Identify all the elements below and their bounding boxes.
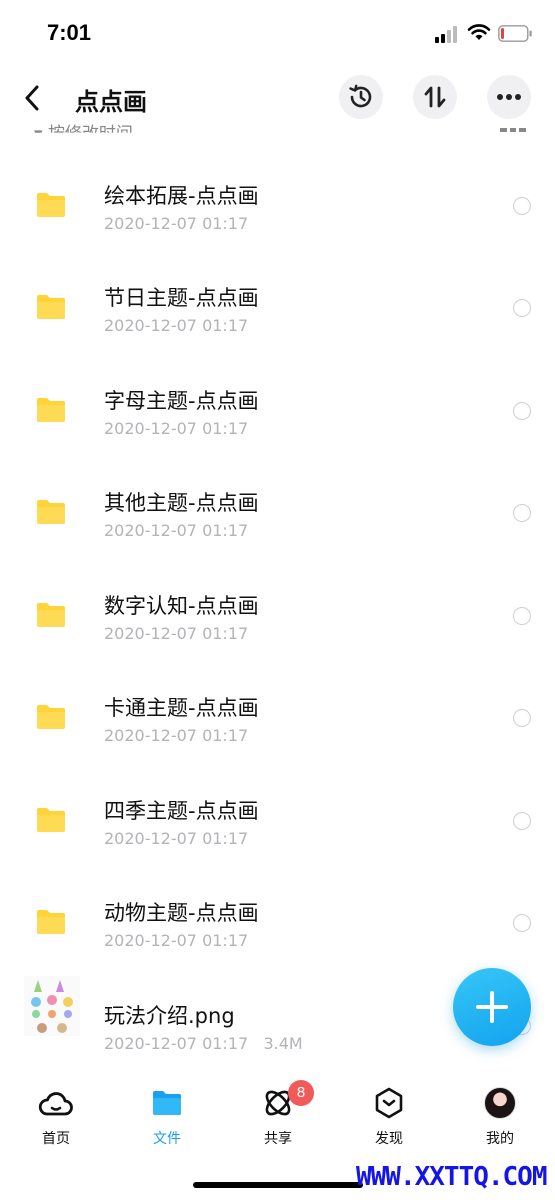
tab-label: 共享 bbox=[264, 1131, 292, 1147]
file-name: 绘本拓展-点点画 bbox=[104, 184, 259, 208]
history-button[interactable] bbox=[339, 75, 383, 119]
list-item[interactable]: 动物主题-点点画 2020-12-07 01:17 bbox=[0, 857, 555, 959]
tab-files[interactable]: 文件 bbox=[122, 1086, 212, 1156]
signal-icon bbox=[435, 26, 461, 43]
chevron-left-icon bbox=[25, 85, 39, 111]
file-name: 数字认知-点点画 bbox=[104, 594, 259, 618]
tab-label: 我的 bbox=[486, 1131, 514, 1147]
folder-icon bbox=[37, 705, 65, 729]
page-title: 点点画 bbox=[75, 88, 147, 116]
select-checkbox[interactable] bbox=[513, 709, 531, 727]
file-name: 四季主题-点点画 bbox=[104, 799, 259, 823]
view-mode-icon[interactable] bbox=[500, 128, 527, 134]
file-size: 3.4M bbox=[263, 1034, 303, 1053]
folder-icon bbox=[37, 910, 65, 934]
sort-dropdown[interactable]: ▾ 按修改时间 bbox=[34, 119, 133, 133]
select-checkbox[interactable] bbox=[513, 914, 531, 932]
status-time: 7:01 bbox=[47, 20, 92, 45]
select-checkbox[interactable] bbox=[513, 197, 531, 215]
file-name: 卡通主题-点点画 bbox=[104, 696, 259, 720]
select-checkbox[interactable] bbox=[513, 299, 531, 317]
file-date: 2020-12-07 01:17 bbox=[104, 624, 249, 643]
file-name: 玩法介绍.png bbox=[104, 1004, 235, 1028]
select-checkbox[interactable] bbox=[513, 812, 531, 830]
folder-icon bbox=[37, 398, 65, 422]
file-name: 其他主题-点点画 bbox=[104, 491, 259, 515]
list-item[interactable]: 卡通主题-点点画 2020-12-07 01:17 bbox=[0, 652, 555, 754]
notification-badge: 8 bbox=[288, 1080, 314, 1106]
file-date: 2020-12-07 01:17 bbox=[104, 316, 249, 335]
file-date: 2020-12-07 01:17 bbox=[104, 931, 249, 950]
cloud-icon bbox=[38, 1092, 73, 1116]
tab-home[interactable]: 首页 bbox=[11, 1086, 101, 1156]
transfer-updown-icon bbox=[424, 86, 446, 108]
more-dots-icon bbox=[497, 94, 521, 100]
list-item[interactable]: 节日主题-点点画 2020-12-07 01:17 bbox=[0, 242, 555, 344]
transfer-button[interactable] bbox=[413, 75, 457, 119]
more-button[interactable] bbox=[487, 75, 531, 119]
battery-icon bbox=[498, 25, 532, 42]
tab-label: 文件 bbox=[153, 1131, 181, 1147]
folder-icon bbox=[37, 603, 65, 627]
file-date: 2020-12-07 01:17 bbox=[104, 419, 249, 438]
image-thumbnail bbox=[24, 976, 80, 1036]
discover-box-icon bbox=[375, 1087, 403, 1119]
file-date: 2020-12-07 01:17 3.4M bbox=[104, 1034, 303, 1053]
list-item[interactable]: 绘本拓展-点点画 2020-12-07 01:17 bbox=[0, 140, 555, 242]
file-date: 2020-12-07 01:17 bbox=[104, 521, 249, 540]
file-name: 动物主题-点点画 bbox=[104, 901, 259, 925]
list-item[interactable]: 其他主题-点点画 2020-12-07 01:17 bbox=[0, 447, 555, 549]
tab-discover[interactable]: 发现 bbox=[344, 1086, 434, 1156]
select-checkbox[interactable] bbox=[513, 607, 531, 625]
folder-icon bbox=[37, 808, 65, 832]
list-item[interactable]: 四季主题-点点画 2020-12-07 01:17 bbox=[0, 755, 555, 857]
list-item[interactable]: 数字认知-点点画 2020-12-07 01:17 bbox=[0, 550, 555, 652]
avatar bbox=[484, 1087, 516, 1119]
tab-me[interactable]: 我的 bbox=[455, 1086, 545, 1156]
folder-icon bbox=[153, 1091, 181, 1115]
file-date: 2020-12-07 01:17 bbox=[104, 726, 249, 745]
file-name: 字母主题-点点画 bbox=[104, 389, 259, 413]
tab-label: 首页 bbox=[42, 1131, 70, 1147]
wifi-icon bbox=[467, 24, 491, 40]
select-checkbox[interactable] bbox=[513, 504, 531, 522]
status-bar: 7:01 bbox=[0, 0, 555, 66]
file-date: 2020-12-07 01:17 bbox=[104, 214, 249, 233]
plus-icon bbox=[476, 991, 508, 1023]
folder-icon bbox=[37, 500, 65, 524]
folder-icon bbox=[37, 193, 65, 217]
add-button[interactable] bbox=[453, 968, 531, 1046]
list-item[interactable]: 字母主题-点点画 2020-12-07 01:17 bbox=[0, 345, 555, 447]
tab-label: 发现 bbox=[375, 1131, 403, 1147]
file-name: 节日主题-点点画 bbox=[104, 286, 259, 310]
home-indicator bbox=[193, 1182, 363, 1188]
sort-bar: ▾ 按修改时间 bbox=[0, 118, 555, 140]
watermark: WWW.XXTTQ.COM bbox=[356, 1162, 547, 1192]
back-button[interactable] bbox=[14, 78, 50, 118]
select-checkbox[interactable] bbox=[513, 402, 531, 420]
history-icon bbox=[349, 84, 372, 108]
file-date: 2020-12-07 01:17 bbox=[104, 829, 249, 848]
folder-icon bbox=[37, 295, 65, 319]
